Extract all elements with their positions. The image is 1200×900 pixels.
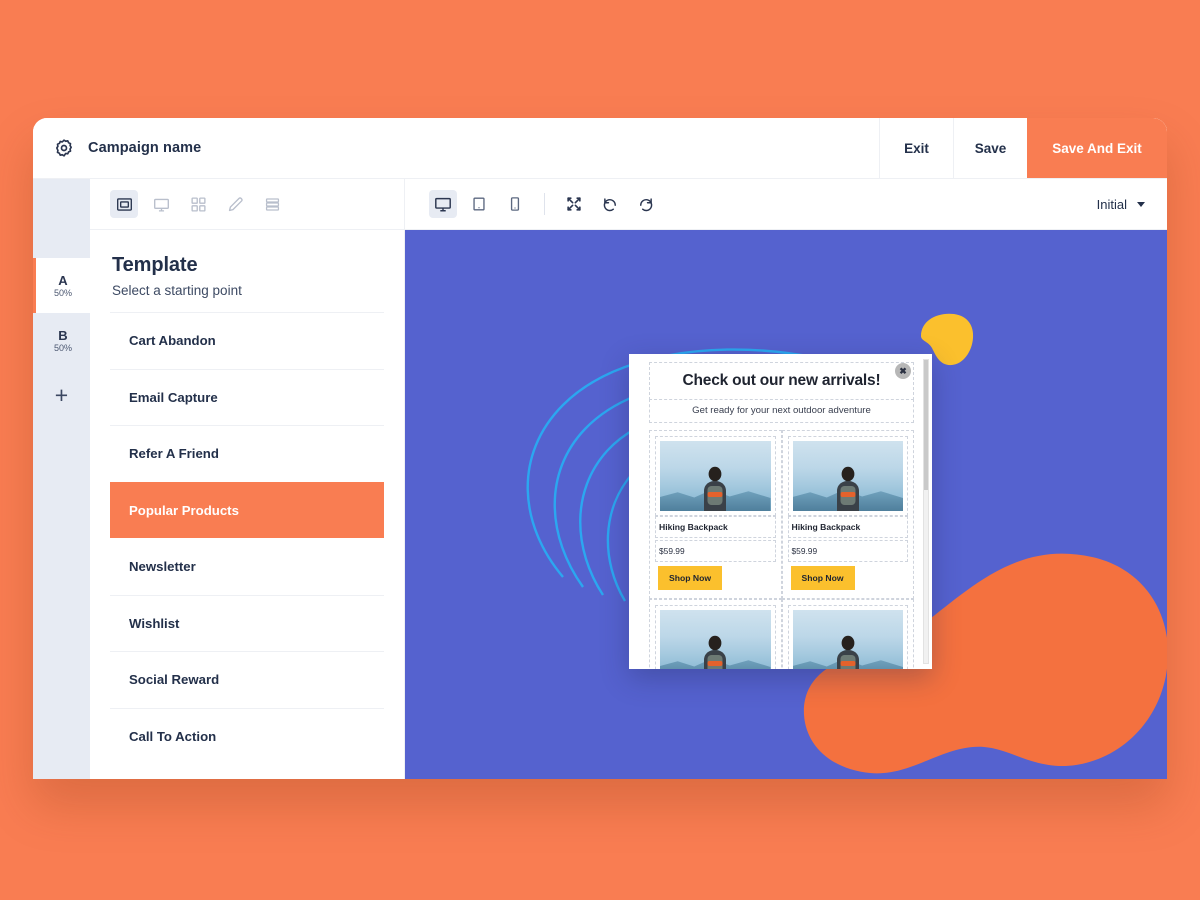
- template-list: Cart Abandon Email Capture Refer A Frien…: [90, 312, 404, 779]
- state-select-value: Initial: [1096, 196, 1127, 212]
- mobile-icon[interactable]: [501, 190, 529, 218]
- template-item-email-capture[interactable]: Email Capture: [110, 368, 384, 426]
- product-card[interactable]: Hiking Backpack $59.99 Shop Now: [649, 599, 782, 669]
- template-item-cart-abandon[interactable]: Cart Abandon: [110, 312, 384, 369]
- desktop-icon[interactable]: [429, 190, 457, 218]
- product-price: $59.99: [655, 540, 776, 562]
- undo-icon[interactable]: [596, 190, 624, 218]
- product-image-wrap: [787, 605, 908, 669]
- variant-percent: 50%: [53, 287, 72, 298]
- add-variant-button[interactable]: +: [33, 368, 90, 423]
- template-item-newsletter[interactable]: Newsletter: [110, 538, 384, 595]
- scrollbar-track[interactable]: [923, 359, 929, 664]
- hiker-silhouette: [704, 635, 727, 669]
- app-body: A 50% B 50% + Template Select a starting…: [33, 179, 1167, 779]
- state-select[interactable]: Initial: [1097, 197, 1145, 212]
- product-cta-wrap: Shop Now: [788, 562, 909, 593]
- redo-icon[interactable]: [632, 190, 660, 218]
- popup-subtitle: Get ready for your next outdoor adventur…: [649, 399, 914, 423]
- save-and-exit-button[interactable]: Save And Exit: [1027, 118, 1167, 178]
- panel-toolbar: [90, 179, 404, 230]
- popup-title: Check out our new arrivals!: [649, 362, 914, 400]
- hiker-silhouette: [704, 466, 727, 511]
- close-icon[interactable]: ✖: [895, 363, 911, 379]
- popup-preview[interactable]: ✖ Check out our new arrivals! Get ready …: [629, 354, 932, 669]
- template-item-call-to-action[interactable]: Call To Action: [110, 707, 384, 765]
- product-image: [792, 610, 903, 669]
- variant-tab-a[interactable]: A 50%: [33, 258, 90, 313]
- template-item-wishlist[interactable]: Wishlist: [110, 594, 384, 652]
- template-panel: Template Select a starting point Cart Ab…: [90, 179, 405, 779]
- product-image-wrap: [655, 605, 776, 669]
- canvas-actions-group: [560, 190, 660, 218]
- product-image-wrap: [787, 436, 908, 516]
- shop-now-button[interactable]: Shop Now: [790, 566, 855, 590]
- toolbar-divider: [544, 193, 545, 215]
- canvas-toolbar: Initial: [405, 179, 1167, 230]
- template-item-popular-products[interactable]: Popular Products: [110, 481, 384, 538]
- product-cta-wrap: Shop Now: [655, 562, 776, 593]
- canvas-area: Initial ✖ Check out our new arrivals! Ge…: [405, 179, 1167, 779]
- save-button[interactable]: Save: [953, 118, 1027, 178]
- panel-header: Template Select a starting point: [90, 230, 404, 312]
- hiker-silhouette: [836, 635, 859, 669]
- tablet-icon[interactable]: [465, 190, 493, 218]
- product-name: Hiking Backpack: [787, 516, 908, 538]
- scrollbar-thumb[interactable]: [924, 360, 928, 491]
- template-item-refer-a-friend[interactable]: Refer A Friend: [110, 425, 384, 482]
- app-window: Campaign name Exit Save Save And Exit A …: [33, 118, 1167, 779]
- variant-percent: 50%: [53, 342, 72, 353]
- product-image: [660, 441, 771, 511]
- chevron-down-icon: [1137, 201, 1145, 207]
- popup-scrollbar[interactable]: [920, 354, 932, 669]
- product-image: [792, 441, 903, 511]
- variant-letter: B: [58, 327, 68, 343]
- variant-letter: A: [58, 272, 68, 288]
- grid-blocks-icon[interactable]: [184, 190, 212, 218]
- gear-icon[interactable]: [54, 138, 74, 158]
- variant-rail: A 50% B 50% +: [33, 179, 90, 779]
- variant-tab-b[interactable]: B 50%: [33, 313, 90, 368]
- canvas-stage: ✖ Check out our new arrivals! Get ready …: [405, 230, 1167, 779]
- product-name: Hiking Backpack: [655, 516, 776, 538]
- hiker-silhouette: [836, 466, 859, 511]
- product-grid: Hiking Backpack $59.99 Shop Now Hiking B…: [649, 430, 914, 669]
- device-switch-group: [429, 190, 529, 218]
- product-price: $59.99: [787, 540, 908, 562]
- exit-button[interactable]: Exit: [879, 118, 953, 178]
- product-image: [660, 610, 771, 669]
- campaign-name: Campaign name: [88, 140, 202, 156]
- product-card[interactable]: Hiking Backpack $59.99 Shop Now: [649, 430, 782, 599]
- product-card[interactable]: Hiking Backpack $59.99 Shop Now: [781, 599, 914, 669]
- pencil-icon[interactable]: [221, 190, 249, 218]
- popup-content: ✖ Check out our new arrivals! Get ready …: [629, 354, 920, 669]
- app-header: Campaign name Exit Save Save And Exit: [33, 118, 1167, 179]
- panel-subtitle: Select a starting point: [112, 283, 242, 298]
- shop-now-button[interactable]: Shop Now: [658, 566, 723, 590]
- list-rows-icon[interactable]: [258, 190, 286, 218]
- product-image-wrap: [655, 436, 776, 516]
- fullscreen-icon[interactable]: [560, 190, 588, 218]
- page-title: Template: [112, 254, 198, 276]
- monitor-icon[interactable]: [147, 190, 175, 218]
- template-item-social-reward[interactable]: Social Reward: [110, 651, 384, 708]
- product-card[interactable]: Hiking Backpack $59.99 Shop Now: [781, 430, 914, 599]
- popup-layout-icon[interactable]: [110, 190, 138, 218]
- header-left: Campaign name: [33, 118, 879, 178]
